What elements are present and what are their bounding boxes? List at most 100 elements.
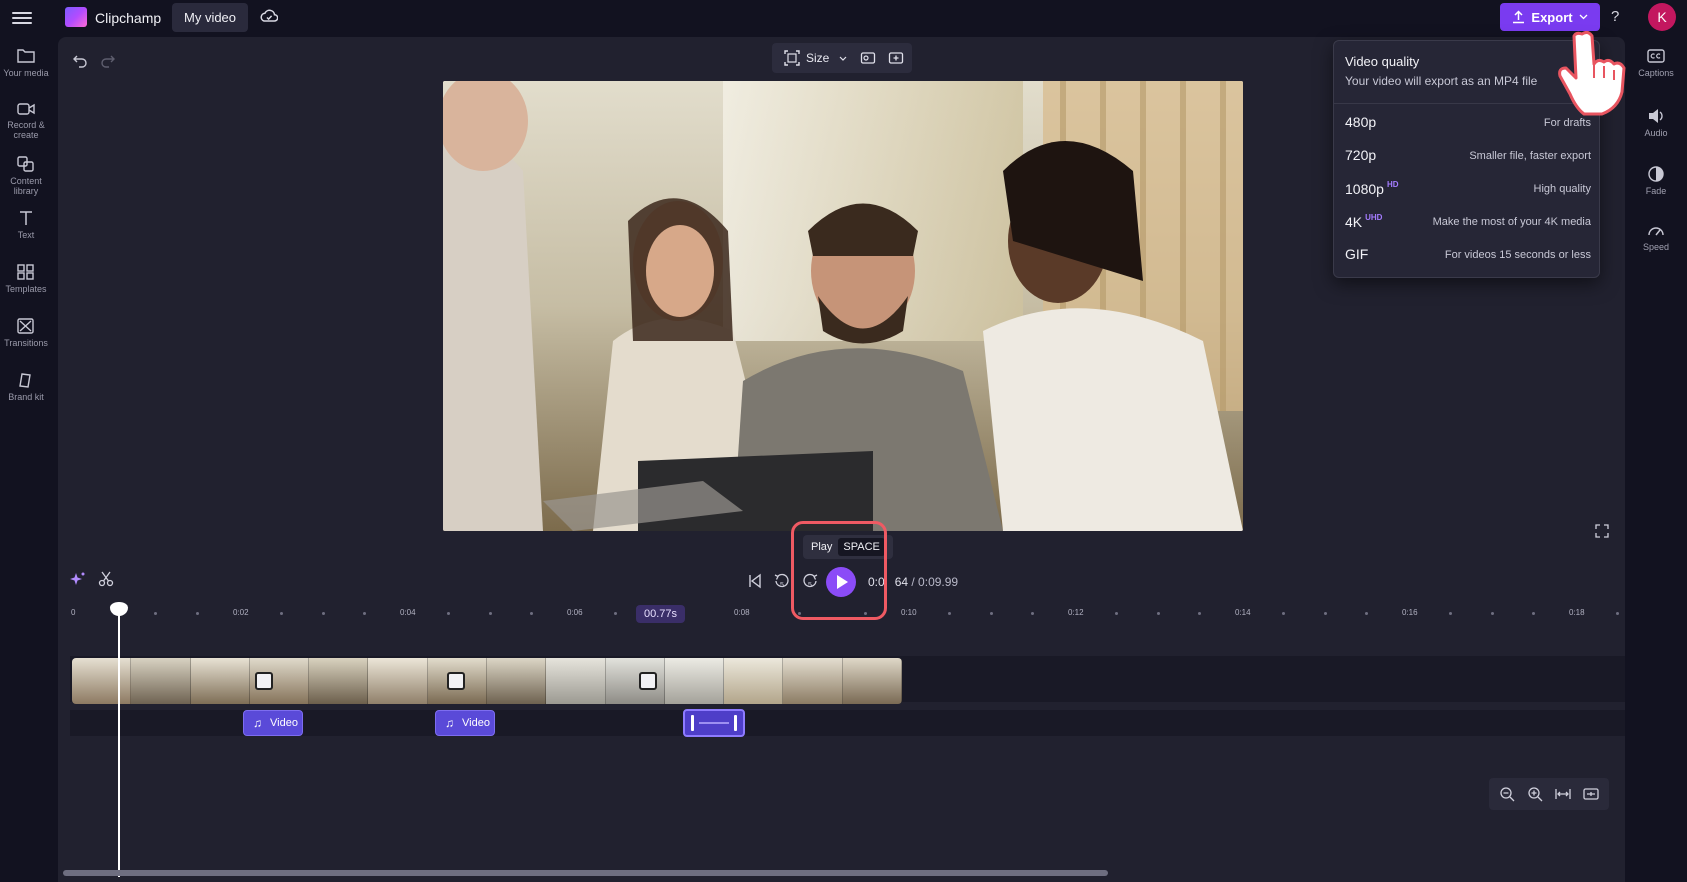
clip-frame (783, 658, 843, 704)
library-icon (17, 156, 34, 172)
undo-icon[interactable] (72, 52, 88, 68)
size-label[interactable]: Size (806, 51, 829, 65)
export-button-label: Export (1531, 9, 1573, 25)
trim-handle-left[interactable] (691, 715, 694, 731)
prop-label: Fade (1645, 186, 1667, 196)
captions-icon (1647, 49, 1665, 63)
ruler-tick (1532, 612, 1535, 615)
nav-label: Text (17, 230, 35, 240)
zoom-in-icon[interactable] (1527, 786, 1543, 802)
export-option-720p[interactable]: 720p Smaller file, faster export (1345, 141, 1591, 171)
selected-audio-clip[interactable] (683, 709, 745, 737)
prop-speed[interactable]: Speed (1625, 221, 1687, 252)
nav-label: Record & create (7, 120, 45, 140)
menu-subtitle: Your video will export as an MP4 file (1345, 74, 1538, 88)
top-bar: Clipchamp My video Export ? K (0, 0, 1687, 37)
left-navigation-rail: Your media Record & create Content libra… (0, 37, 58, 882)
option-label: GIF (1345, 246, 1369, 262)
ruler-tick (530, 612, 533, 615)
timeline-ruler[interactable]: 0 0:02 0:04 0:06 0:08 0:10 0:12 0:14 0:1… (58, 605, 1625, 623)
add-media-icon[interactable] (888, 50, 904, 66)
ruler-tick (1031, 612, 1034, 615)
prop-fade[interactable]: Fade (1625, 165, 1687, 196)
audio-clip-label: Video (270, 717, 298, 729)
ruler-tick (864, 612, 867, 615)
fullscreen-icon[interactable] (1595, 524, 1609, 538)
ruler-tick (1365, 612, 1368, 615)
timeline-view-icon[interactable] (1583, 786, 1599, 802)
nav-your-media[interactable]: Your media (0, 47, 52, 78)
option-label: 1080p HD (1345, 180, 1399, 197)
export-option-gif[interactable]: GIF For videos 15 seconds or less (1345, 240, 1591, 270)
ruler-label: 0:06 (567, 608, 583, 617)
total-time: / 0:09.99 (911, 575, 959, 589)
audio-clip[interactable]: ♫ Video (243, 710, 303, 736)
transition-icon[interactable] (447, 672, 465, 690)
nav-label: Your media (3, 68, 49, 78)
project-name-tab[interactable]: My video (172, 3, 249, 32)
playhead-line[interactable] (118, 607, 120, 877)
nav-content-library[interactable]: Content library (0, 155, 52, 196)
option-label: 720p (1345, 147, 1377, 163)
transition-icon[interactable] (255, 672, 273, 690)
nav-text[interactable]: Text (0, 209, 52, 240)
export-option-4k[interactable]: 4K UHD Make the most of your 4K media (1345, 207, 1591, 237)
clip-frame (842, 658, 902, 704)
ruler-label: 0:14 (1235, 608, 1251, 617)
prop-audio[interactable]: Audio (1625, 107, 1687, 138)
nav-record-create[interactable]: Record & create (0, 101, 52, 140)
zoom-out-icon[interactable] (1499, 786, 1515, 802)
audio-icon (1649, 109, 1663, 123)
trim-handle-right[interactable] (734, 715, 737, 731)
menu-icon[interactable] (12, 9, 32, 27)
option-label: 480p (1345, 114, 1377, 130)
clip-frame (190, 658, 250, 704)
sparkle-icon[interactable] (70, 571, 86, 587)
nav-transitions[interactable]: Transitions (0, 317, 52, 348)
nav-label: Brand kit (8, 392, 44, 402)
user-avatar[interactable]: K (1648, 3, 1676, 31)
export-button[interactable]: Export (1500, 3, 1600, 31)
skip-to-start-icon[interactable] (747, 573, 763, 589)
chevron-down-icon (839, 56, 847, 61)
video-preview[interactable] (443, 81, 1243, 531)
scissors-icon[interactable] (98, 571, 114, 587)
nav-templates[interactable]: Templates (0, 263, 52, 294)
ruler-tick (948, 612, 951, 615)
timeline-scrollbar[interactable] (63, 870, 1108, 876)
prop-captions[interactable]: Captions (1625, 47, 1687, 78)
clip-frame (486, 658, 547, 704)
export-option-1080p[interactable]: 1080p HD High quality (1345, 174, 1591, 204)
transition-icon[interactable] (639, 672, 657, 690)
ruler-tick (798, 612, 801, 615)
speed-icon (1648, 227, 1664, 236)
help-icon[interactable]: ? (1611, 8, 1619, 25)
option-description: Make the most of your 4K media (1432, 216, 1591, 228)
ruler-label: 0:10 (901, 608, 917, 617)
clip-frame (131, 658, 191, 704)
nav-label: Content library (10, 176, 42, 196)
ruler-tick (1198, 612, 1201, 615)
nav-brand-kit[interactable]: Brand kit (0, 371, 52, 402)
fit-timeline-icon[interactable] (1555, 786, 1571, 802)
ruler-tick (1491, 612, 1494, 615)
chevron-down-icon (1579, 14, 1588, 20)
audio-clip-label: Video (462, 717, 490, 729)
ruler-tick (990, 612, 993, 615)
video-clip-strip[interactable] (72, 658, 902, 704)
clip-frame (724, 658, 784, 704)
ruler-tick (154, 612, 157, 615)
menu-title: Video quality (1345, 54, 1420, 69)
rewind-5-button[interactable]: 5 (774, 573, 790, 594)
rewind-seconds: 5 (780, 582, 784, 589)
nav-label: Transitions (4, 338, 48, 348)
audio-clip[interactable]: ♫ Video (435, 710, 495, 736)
background-fill-icon[interactable] (860, 50, 876, 66)
ruler-tick (1282, 612, 1285, 615)
resize-icon[interactable] (784, 50, 800, 66)
redo-icon[interactable] (100, 52, 116, 68)
ruler-label: 0:02 (233, 608, 249, 617)
export-option-480p[interactable]: 480p For drafts (1345, 108, 1591, 138)
cloud-sync-icon[interactable] (260, 9, 278, 25)
prop-label: Audio (1644, 128, 1668, 138)
